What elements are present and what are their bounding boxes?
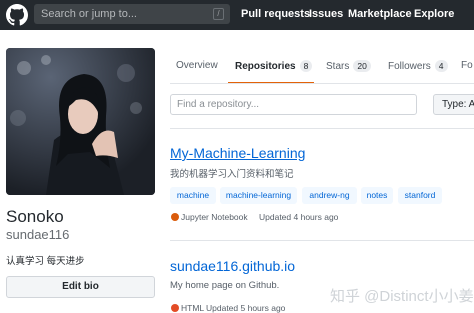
type-filter-button[interactable]: Type: A [433, 94, 474, 115]
find-repository-input[interactable]: Find a repository... [170, 94, 417, 115]
repo-description: 我的机器学习入门资料和笔记 [170, 169, 294, 180]
topic-tag[interactable]: machine-learning [220, 187, 297, 204]
avatar[interactable] [6, 48, 155, 195]
nav-marketplace[interactable]: Marketplace [348, 8, 412, 20]
repo-name-link[interactable]: sundae116.github.io [170, 258, 295, 274]
github-logo-icon[interactable] [6, 4, 28, 26]
repo-name-link[interactable]: My-Machine-Learning [170, 145, 305, 161]
repo-language: HTML [181, 303, 205, 313]
tab-stars[interactable]: Stars 20 [326, 60, 371, 72]
find-repository-placeholder: Find a repository... [177, 99, 260, 110]
profile-bio: 认真学习 每天进步 [6, 256, 85, 267]
list-divider [170, 240, 474, 241]
tab-label: Fo [461, 60, 473, 71]
tab-label: Stars [326, 61, 350, 72]
profile-login: sundae116 [6, 227, 70, 242]
repo-language: Jupyter Notebook [181, 212, 248, 222]
tab-label: Repositories [235, 61, 296, 72]
tabs-divider [170, 83, 474, 84]
avatar-photo [6, 48, 155, 195]
list-divider [170, 128, 474, 129]
search-shortcut-key: / [213, 8, 224, 20]
top-header: Search or jump to... / Pull requests Iss… [0, 0, 474, 30]
repo-description: My home page on Github. [170, 280, 280, 291]
language-color-dot [171, 304, 179, 312]
zhihu-watermark: 知乎 @Distinct小小姜 [330, 288, 474, 305]
repositories-count: 8 [299, 60, 313, 72]
tab-following[interactable]: Fo [461, 60, 473, 71]
profile-name: Sonoko [6, 207, 64, 226]
followers-count: 4 [434, 60, 448, 72]
language-color-dot [171, 213, 179, 221]
repo-updated: Updated 4 hours ago [259, 212, 339, 222]
topic-tag[interactable]: notes [361, 187, 393, 204]
topic-tag[interactable]: machine [170, 187, 216, 204]
type-filter-label: Type: A [442, 99, 474, 110]
stars-count: 20 [353, 60, 371, 72]
tab-label: Overview [176, 60, 218, 71]
tab-overview[interactable]: Overview [176, 60, 218, 71]
nav-explore[interactable]: Explore [414, 8, 454, 20]
topic-tag[interactable]: stanford [398, 187, 442, 204]
tab-followers[interactable]: Followers 4 [388, 60, 448, 72]
repo-updated: Updated 5 hours ago [206, 303, 286, 313]
tab-repositories[interactable]: Repositories 8 [235, 60, 313, 72]
edit-bio-button[interactable]: Edit bio [6, 276, 155, 298]
nav-pull-requests[interactable]: Pull requests [241, 8, 310, 20]
tab-label: Followers [388, 61, 431, 72]
search-input[interactable]: Search or jump to... / [34, 4, 230, 24]
nav-issues[interactable]: Issues [309, 8, 343, 20]
search-placeholder: Search or jump to... [41, 8, 137, 20]
topic-tag[interactable]: andrew-ng [302, 187, 357, 204]
